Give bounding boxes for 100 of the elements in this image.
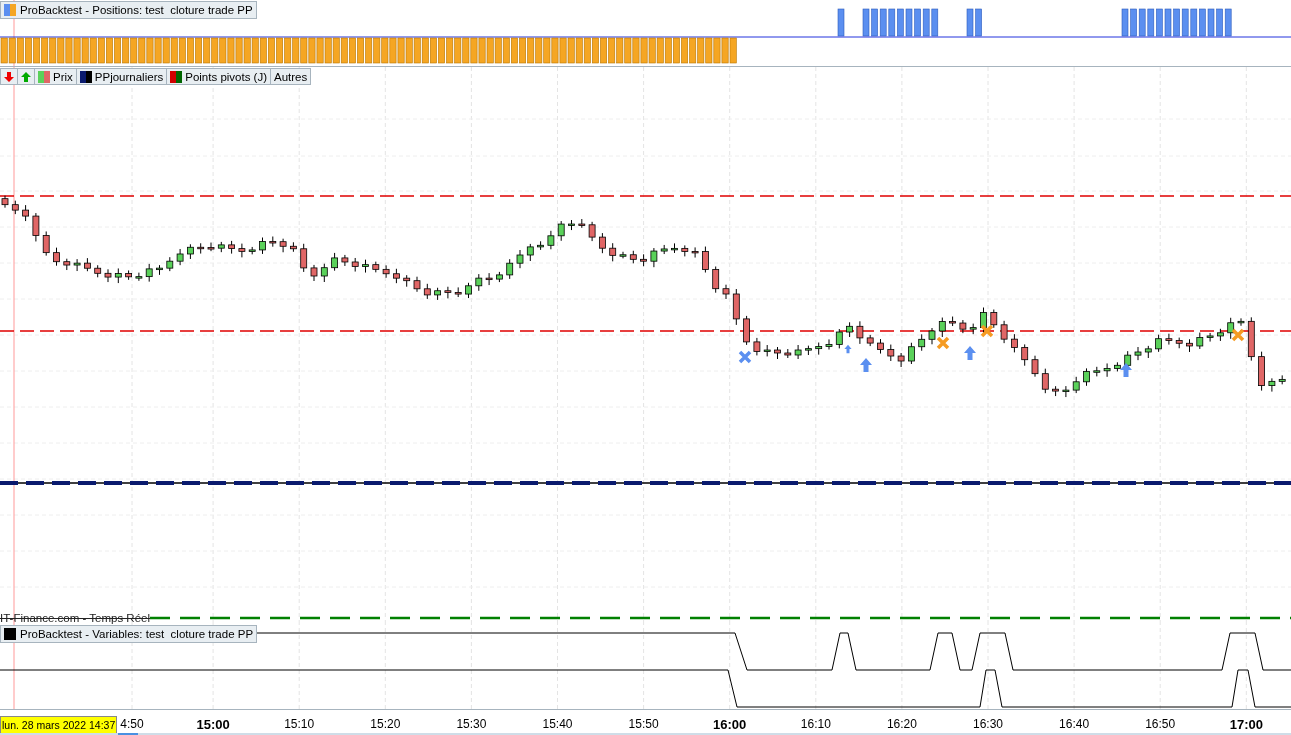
candle bbox=[187, 243, 194, 260]
candle bbox=[84, 257, 91, 272]
legend-item[interactable]: PPjournaliers bbox=[75, 68, 168, 85]
candle bbox=[22, 204, 29, 222]
candle bbox=[454, 286, 462, 298]
candle bbox=[434, 287, 441, 301]
candle bbox=[1186, 338, 1193, 353]
candle bbox=[1196, 332, 1204, 350]
candle bbox=[1206, 332, 1214, 343]
candle bbox=[475, 273, 483, 292]
candle bbox=[1144, 345, 1152, 359]
candle bbox=[351, 257, 359, 273]
candle bbox=[815, 342, 823, 356]
candle bbox=[63, 258, 71, 271]
candle bbox=[1072, 376, 1080, 394]
candle bbox=[877, 338, 884, 355]
candle bbox=[887, 344, 895, 362]
time-label: 16:50 bbox=[1145, 717, 1176, 731]
candle bbox=[732, 288, 740, 326]
candle bbox=[362, 259, 369, 274]
swatch-icon bbox=[4, 4, 16, 16]
candle bbox=[856, 320, 864, 345]
candle bbox=[290, 241, 297, 253]
candle bbox=[537, 240, 544, 251]
time-label: 17:00 bbox=[1229, 717, 1263, 732]
time-label: 15:10 bbox=[284, 717, 315, 731]
candle bbox=[784, 348, 792, 359]
candle bbox=[238, 243, 246, 258]
candle bbox=[599, 232, 606, 254]
candle bbox=[166, 256, 174, 272]
candle bbox=[660, 244, 668, 255]
candle bbox=[908, 342, 915, 365]
candle bbox=[918, 333, 926, 352]
legend-item[interactable]: Points pivots (J) bbox=[166, 68, 272, 85]
up-arrow-icon bbox=[1120, 363, 1132, 377]
candle bbox=[1268, 377, 1276, 393]
candle bbox=[423, 283, 431, 300]
cross-icon bbox=[1231, 328, 1245, 342]
up-arrow-icon bbox=[860, 358, 872, 372]
candle bbox=[1134, 346, 1142, 361]
candle bbox=[609, 242, 617, 262]
scroll-down-button[interactable] bbox=[0, 68, 18, 85]
candle bbox=[125, 269, 132, 281]
candle bbox=[763, 344, 771, 357]
candle bbox=[1247, 316, 1255, 362]
candle bbox=[53, 247, 60, 267]
swatch-icon bbox=[4, 628, 16, 640]
candle bbox=[753, 337, 761, 356]
swatch-icon bbox=[38, 70, 50, 83]
candle bbox=[578, 218, 586, 229]
candle bbox=[104, 268, 112, 283]
candle bbox=[413, 276, 421, 293]
candle bbox=[496, 271, 503, 283]
time-label: 4:50 bbox=[120, 717, 144, 731]
candle bbox=[42, 230, 50, 257]
cross-icon bbox=[738, 350, 752, 364]
candle bbox=[1278, 374, 1286, 385]
candle bbox=[671, 242, 678, 254]
time-label: 15:20 bbox=[370, 717, 401, 731]
time-label: 16:40 bbox=[1059, 717, 1090, 731]
candle bbox=[1011, 333, 1018, 353]
candle bbox=[928, 327, 936, 345]
scroll-up-button[interactable] bbox=[17, 68, 35, 85]
candle bbox=[980, 307, 987, 335]
candle bbox=[1052, 385, 1059, 397]
candle bbox=[1114, 361, 1121, 372]
time-label: 16:20 bbox=[886, 717, 917, 731]
candle bbox=[259, 237, 266, 255]
legend-item[interactable]: Prix bbox=[34, 68, 77, 85]
panel-title: ProBacktest - Variables: test cloture trade PP bbox=[20, 628, 254, 640]
candle bbox=[1, 195, 9, 209]
candle bbox=[1103, 362, 1111, 378]
time-label: 16:10 bbox=[800, 717, 831, 731]
candle bbox=[1175, 337, 1183, 349]
cross-icon bbox=[980, 324, 994, 338]
candle bbox=[1000, 320, 1008, 344]
candle bbox=[1237, 317, 1245, 327]
candle bbox=[825, 338, 833, 350]
candle bbox=[846, 321, 853, 338]
candle bbox=[774, 346, 781, 360]
legend-item[interactable]: Autres bbox=[270, 68, 312, 85]
up-arrow-icon bbox=[21, 71, 31, 82]
candle bbox=[938, 317, 946, 338]
candle bbox=[516, 249, 524, 269]
candle bbox=[228, 240, 235, 255]
candle bbox=[300, 243, 308, 273]
candle bbox=[969, 323, 977, 335]
candle bbox=[526, 243, 534, 262]
candle bbox=[897, 352, 905, 368]
candle bbox=[279, 238, 287, 253]
up-arrow-icon bbox=[964, 346, 976, 360]
candle bbox=[114, 267, 122, 284]
candle bbox=[794, 344, 802, 360]
candle bbox=[1258, 351, 1265, 392]
candle bbox=[94, 264, 102, 278]
candle bbox=[805, 345, 812, 356]
candle bbox=[866, 334, 874, 347]
candle bbox=[11, 200, 19, 215]
candle bbox=[217, 241, 225, 253]
candle bbox=[320, 263, 328, 283]
